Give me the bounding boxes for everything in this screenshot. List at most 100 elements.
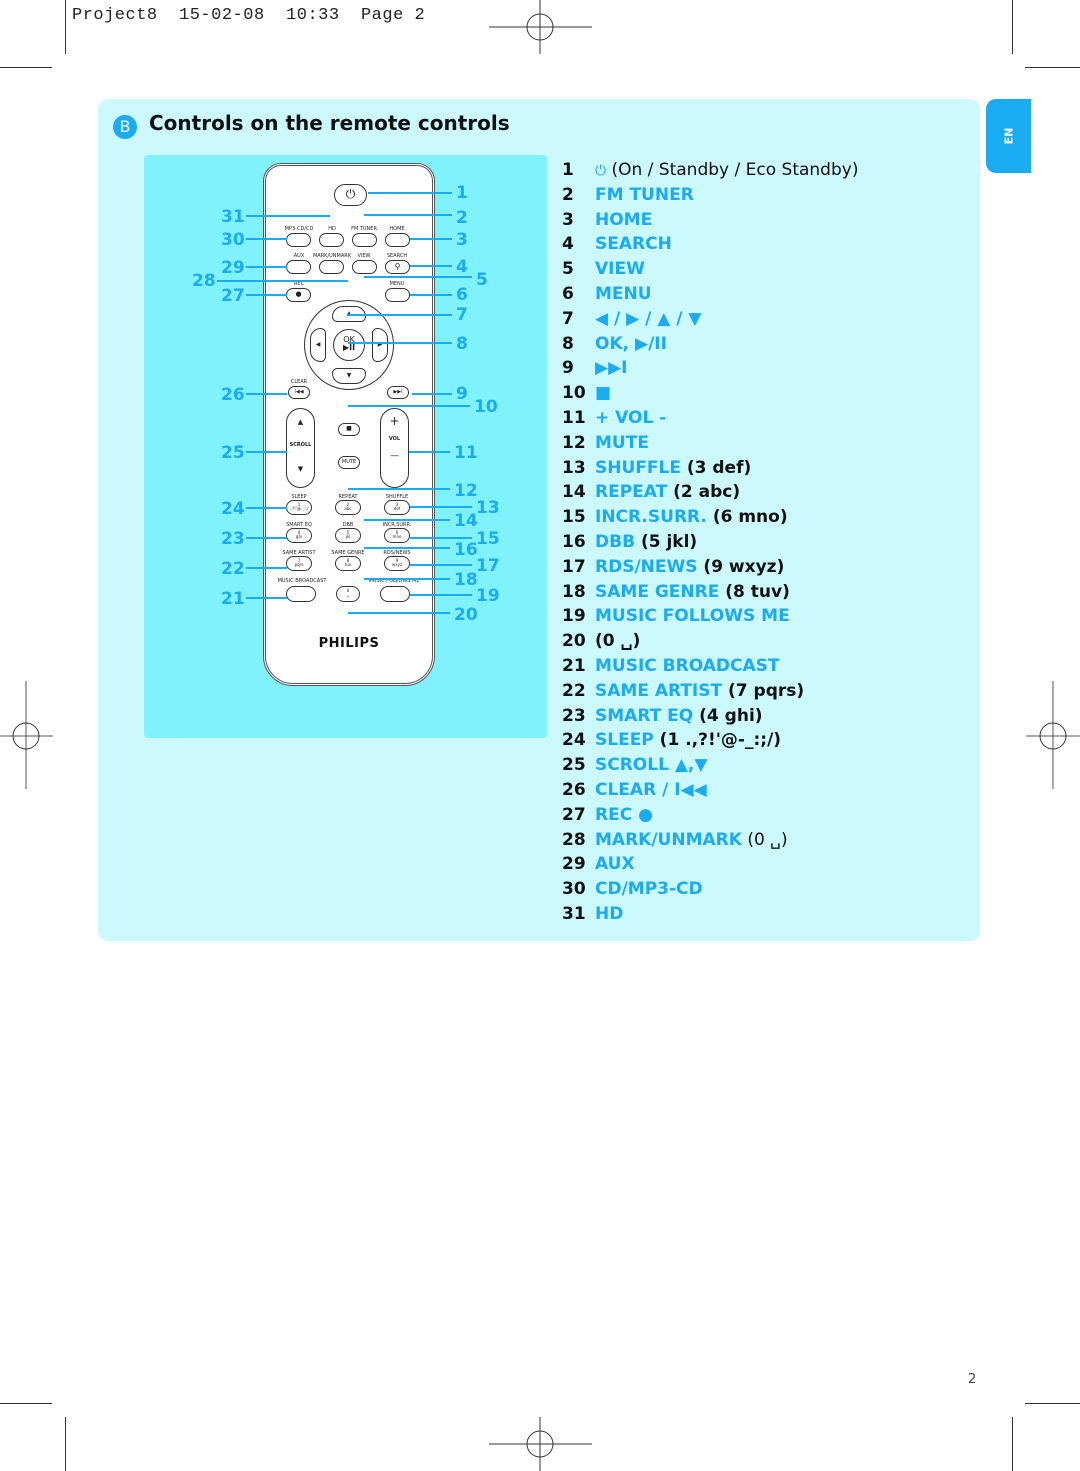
- legend-number: 24: [562, 730, 586, 751]
- legend-key: ▶▶I: [595, 358, 628, 379]
- key-1-sleep[interactable]: 1 .,?!'@-_:;/: [286, 500, 312, 515]
- view-button[interactable]: [352, 260, 377, 274]
- legend-number: 31: [562, 903, 586, 924]
- menu-button[interactable]: [385, 288, 410, 302]
- legend-description: (4 ghi): [693, 705, 763, 726]
- arrow-left-icon: ◀: [315, 341, 321, 348]
- key-2-repeat[interactable]: 2 abc: [335, 500, 361, 515]
- legend-item: 24 SLEEP (1 .,?!'@-_:;/): [562, 730, 858, 755]
- print-slug: Project8 15-02-08 10:33 Page 2: [72, 6, 425, 25]
- legend-description: (3 def): [680, 457, 752, 478]
- callout-line: [246, 294, 287, 296]
- callout-number: 21: [221, 589, 245, 609]
- label-search: SEARCH: [386, 253, 408, 259]
- power-icon: ⏻: [595, 163, 607, 179]
- stop-icon: ■: [346, 425, 352, 432]
- legend-key: HD: [595, 903, 624, 924]
- nav-down-button[interactable]: ▼: [332, 368, 366, 384]
- nav-right-button[interactable]: ▶: [372, 328, 388, 362]
- mark-unmark-button[interactable]: [319, 260, 344, 274]
- label-aux: AUX: [293, 253, 305, 259]
- nav-left-button[interactable]: ◀: [310, 328, 326, 362]
- legend-item: 25 SCROLL ▲,▼: [562, 755, 858, 780]
- hd-button[interactable]: [319, 233, 344, 247]
- mute-label: MUTE: [341, 459, 357, 465]
- music-follows-me-button[interactable]: [380, 586, 410, 602]
- legend-number: 8: [562, 333, 574, 354]
- callout-line: [364, 276, 472, 278]
- callout-line: [246, 567, 287, 569]
- callout-number: 16: [454, 540, 478, 560]
- ok-play-pause-button[interactable]: OK ▶II: [333, 329, 365, 361]
- legend-key: SEARCH: [595, 234, 672, 255]
- registration-mark: [489, 0, 592, 54]
- legend-number: 20: [562, 631, 586, 652]
- key-5-dbb[interactable]: 5 jkl: [335, 528, 361, 543]
- key-3-shuffle[interactable]: 3 def: [384, 500, 410, 515]
- key-8-same-genre[interactable]: 8 tuv: [335, 556, 361, 571]
- legend-key: SHUFFLE: [595, 457, 681, 478]
- power-button[interactable]: ⏻: [334, 184, 367, 206]
- volume-rocker[interactable]: + VOL —: [380, 408, 409, 488]
- legend-item: 27 REC ●: [562, 805, 858, 830]
- slug-date: 15-02-08: [179, 6, 265, 25]
- scroll-rocker[interactable]: ▲ SCROLL ▼: [286, 408, 315, 488]
- slug-project: Project8: [72, 6, 158, 25]
- label-fm-tuner: FM TUNER: [351, 226, 377, 232]
- next-icon: ▶▶I: [393, 389, 403, 395]
- legend-number: 29: [562, 854, 586, 875]
- key-0[interactable]: 0 ␣: [336, 586, 360, 602]
- legend-key: MUTE: [595, 432, 649, 453]
- callout-line: [410, 294, 452, 296]
- legend-key: SCROLL ▲,▼: [595, 755, 708, 776]
- legend-item: 30 CD/MP3-CD: [562, 879, 858, 904]
- crop-mark: [65, 1417, 66, 1471]
- legend-number: 25: [562, 755, 586, 776]
- label-mp3cd: MP3-CD/CD: [284, 226, 314, 232]
- aux-button[interactable]: [286, 260, 311, 274]
- legend-number: 12: [562, 432, 586, 453]
- volume-up-icon[interactable]: +: [381, 415, 408, 428]
- key-7-same-artist[interactable]: 7 pqrs: [286, 556, 312, 571]
- scroll-down-icon[interactable]: ▼: [287, 465, 314, 473]
- scroll-up-icon[interactable]: ▲: [287, 418, 314, 426]
- crop-mark: [1012, 1417, 1013, 1471]
- callout-number: 18: [454, 570, 478, 590]
- legend-description: (8 tuv): [719, 581, 790, 602]
- key-4-smart-eq[interactable]: 4 ghi: [286, 528, 312, 543]
- callout-line: [348, 612, 450, 614]
- clear-prev-button[interactable]: I◀◀: [288, 386, 310, 399]
- legend-item: 18 SAME GENRE (8 tuv): [562, 582, 858, 607]
- legend-item: 23 SMART EQ (4 ghi): [562, 706, 858, 731]
- mute-button[interactable]: MUTE: [338, 456, 360, 469]
- callout-number: 7: [456, 305, 468, 325]
- key-letters: pqrs: [294, 562, 304, 568]
- mp3cd-button[interactable]: [286, 233, 311, 247]
- callout-number: 29: [221, 258, 245, 278]
- crop-mark: [0, 1403, 52, 1404]
- volume-label: VOL: [388, 435, 401, 442]
- fm-tuner-button[interactable]: [352, 233, 377, 247]
- stop-button[interactable]: ■: [338, 423, 360, 436]
- label-hd: HD: [328, 226, 336, 232]
- legend-key: MENU: [595, 283, 652, 304]
- callout-line: [246, 238, 287, 240]
- controls-legend: 1 ⏻ (On / Standby / Eco Standby) 2 FM TUNER…: [562, 160, 858, 929]
- key-9-rds-news[interactable]: 9 wxyz: [384, 556, 410, 571]
- search-icon: ⚲: [394, 262, 401, 271]
- search-button[interactable]: ⚲: [385, 260, 410, 274]
- callout-number: 4: [456, 257, 468, 277]
- home-button[interactable]: [385, 233, 410, 247]
- label-view: VIEW: [357, 253, 371, 259]
- callout-number: 31: [221, 207, 245, 227]
- rec-button[interactable]: ●: [286, 288, 311, 302]
- music-broadcast-button[interactable]: [286, 586, 316, 602]
- legend-item: 15 INCR.SURR. (6 mno): [562, 507, 858, 532]
- callout-line: [246, 507, 287, 509]
- volume-down-icon[interactable]: —: [381, 451, 408, 461]
- legend-number: 30: [562, 879, 586, 900]
- next-button[interactable]: ▶▶I: [387, 386, 409, 399]
- legend-number: 7: [562, 308, 574, 329]
- key-6-incr-surr[interactable]: 6 mno: [384, 528, 410, 543]
- arrow-down-icon: ▼: [346, 372, 352, 379]
